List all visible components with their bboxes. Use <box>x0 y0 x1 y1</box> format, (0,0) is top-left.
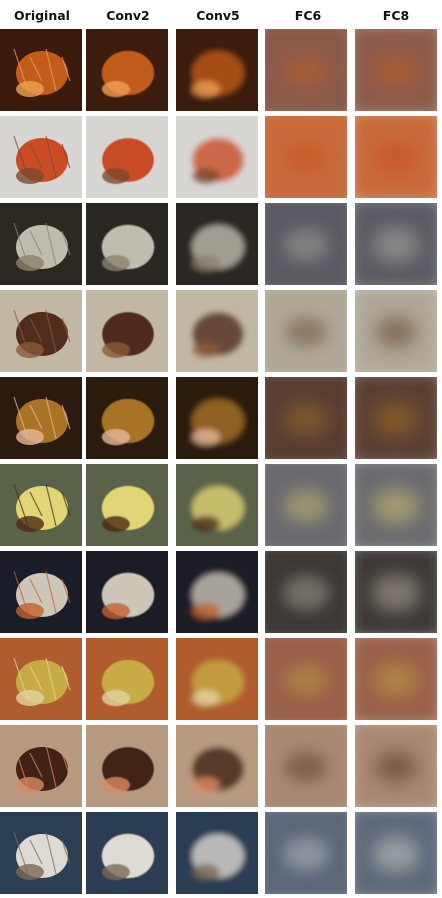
image-basketball-player-fc8 <box>355 551 437 633</box>
image-bottles-original <box>0 29 82 111</box>
image-fluffy-flower-fc6 <box>265 812 347 894</box>
image-basketball-player-original <box>0 551 82 633</box>
image-basketball-player-conv2 <box>86 551 168 633</box>
image-basketball-player-fc6 <box>265 551 347 633</box>
image-cockroach-fc6 <box>265 290 347 372</box>
image-grasshopper-fc8 <box>355 638 437 720</box>
image-hedgehog-hand-conv5 <box>176 377 258 459</box>
image-fluffy-flower-conv5 <box>176 812 258 894</box>
image-fluffy-flower-conv2 <box>86 812 168 894</box>
image-fluffy-flower-fc8 <box>355 812 437 894</box>
image-grasshopper-conv2 <box>86 638 168 720</box>
image-fluffy-flower-original <box>0 812 82 894</box>
image-cricket-conv5 <box>176 725 258 807</box>
column-headers: Original Conv2 Conv5 FC6 FC8 <box>0 0 442 26</box>
column-header-fc8: FC8 <box>382 8 410 23</box>
image-cricket-fc6 <box>265 725 347 807</box>
column-header-conv5: Conv5 <box>196 8 240 23</box>
image-cricket-original <box>0 725 82 807</box>
image-bottles-fc8 <box>355 29 437 111</box>
image-hedgehog-hand-original <box>0 377 82 459</box>
image-bottles-conv2 <box>86 29 168 111</box>
image-jar-of-honey-fc8 <box>355 464 437 546</box>
image-branch-lichen-fc6 <box>265 203 347 285</box>
image-branch-lichen-fc8 <box>355 203 437 285</box>
image-branch-lichen-conv2 <box>86 203 168 285</box>
image-cricket-fc8 <box>355 725 437 807</box>
image-branch-lichen-original <box>0 203 82 285</box>
image-cockroach-original <box>0 290 82 372</box>
image-basketball-fc6 <box>265 116 347 198</box>
image-grasshopper-original <box>0 638 82 720</box>
image-jar-of-honey-fc6 <box>265 464 347 546</box>
image-jar-of-honey-conv2 <box>86 464 168 546</box>
image-hedgehog-hand-fc6 <box>265 377 347 459</box>
column-header-fc6: FC6 <box>294 8 322 23</box>
image-grasshopper-fc6 <box>265 638 347 720</box>
image-basketball-player-conv5 <box>176 551 258 633</box>
image-jar-of-honey-conv5 <box>176 464 258 546</box>
image-bottles-conv5 <box>176 29 258 111</box>
image-cockroach-conv2 <box>86 290 168 372</box>
image-basketball-fc8 <box>355 116 437 198</box>
image-hedgehog-hand-conv2 <box>86 377 168 459</box>
image-cockroach-fc8 <box>355 290 437 372</box>
image-cricket-conv2 <box>86 725 168 807</box>
column-header-conv2: Conv2 <box>106 8 150 23</box>
image-basketball-conv2 <box>86 116 168 198</box>
column-header-original: Original <box>14 8 70 23</box>
image-grid <box>0 29 442 897</box>
image-branch-lichen-conv5 <box>176 203 258 285</box>
image-hedgehog-hand-fc8 <box>355 377 437 459</box>
image-grasshopper-conv5 <box>176 638 258 720</box>
image-bottles-fc6 <box>265 29 347 111</box>
image-basketball-original <box>0 116 82 198</box>
image-jar-of-honey-original <box>0 464 82 546</box>
image-cockroach-conv5 <box>176 290 258 372</box>
image-basketball-conv5 <box>176 116 258 198</box>
